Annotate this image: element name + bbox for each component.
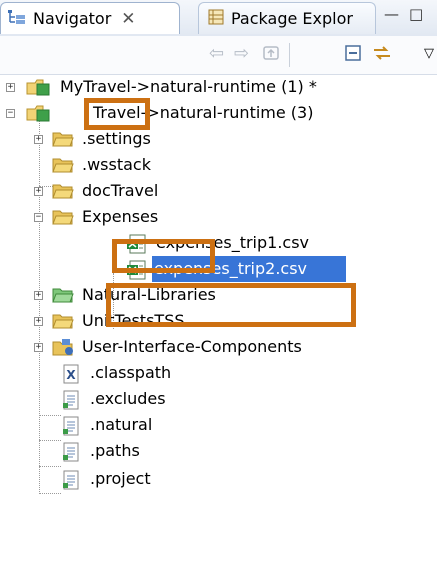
tree-item-label: Natural-Libraries [82, 285, 216, 304]
expand-toggle[interactable]: + [34, 343, 43, 352]
forward-arrow-icon[interactable]: ⇨ [234, 44, 249, 64]
view-controls: — □ [384, 5, 423, 23]
tree-item[interactable]: .excludes [0, 386, 437, 412]
tab-navigator-label: Navigator [33, 9, 112, 28]
text-file-icon [62, 470, 80, 498]
tab-package-explorer-label: Package Explor [231, 9, 353, 28]
back-arrow-icon[interactable]: ⇦ [209, 44, 224, 64]
tree-item-label: .excludes [90, 389, 166, 408]
tree-item-label: .classpath [90, 363, 172, 382]
svg-text:X: X [66, 368, 76, 382]
view-menu-icon[interactable]: ▽ [424, 44, 434, 64]
tree-connector [39, 493, 61, 494]
tree-item-selected[interactable]: expenses_trip2.csv [0, 256, 437, 282]
resource-tree: + MyTravel->natural-runtime (1) * − Trav… [0, 74, 437, 563]
tree-item[interactable]: + User-Interface-Components [0, 334, 437, 360]
navigator-icon [7, 8, 27, 30]
expand-toggle[interactable]: + [34, 291, 43, 300]
tree-item[interactable]: .natural [0, 412, 437, 438]
expand-toggle[interactable]: + [34, 317, 43, 326]
expand-toggle[interactable]: + [6, 83, 15, 92]
tree-item[interactable]: − Expenses [0, 204, 437, 230]
tree-item-label: docTravel [82, 181, 159, 200]
tree-item[interactable]: + docTravel [0, 178, 437, 204]
collapse-toggle[interactable]: − [34, 213, 43, 222]
tab-package-explorer[interactable]: Package Explor [198, 2, 376, 34]
expand-toggle[interactable]: + [34, 187, 43, 196]
tree-item-label: Travel->natural-runtime (3) [93, 103, 314, 122]
tree-item[interactable]: .project [0, 466, 437, 492]
go-up-icon[interactable] [262, 44, 280, 67]
tree-item[interactable]: expenses_trip1.csv [0, 230, 437, 256]
tree-item[interactable]: + Natural-Libraries [0, 282, 437, 308]
tree-item-label: .paths [90, 441, 140, 460]
tree-item[interactable]: .wsstack [0, 152, 437, 178]
tree-item[interactable]: + MyTravel->natural-runtime (1) * [0, 74, 437, 100]
tree-item-label: expenses_trip1.csv [156, 233, 310, 252]
tree-item-label: MyTravel->natural-runtime (1) * [60, 77, 317, 96]
view-tab-bar: Navigator ✕ Package Explor — □ [0, 0, 437, 36]
tree-item-label: UnitTestsTSS [82, 311, 185, 330]
tree-item-label: .natural [90, 415, 153, 434]
expand-toggle[interactable]: + [34, 135, 43, 144]
tab-navigator[interactable]: Navigator ✕ [0, 2, 180, 34]
tree-item[interactable]: − Travel->natural-runtime (3) [0, 100, 437, 126]
tree-item[interactable]: X .classpath [0, 360, 437, 386]
tree-item[interactable]: + UnitTestsTSS [0, 308, 437, 334]
maximize-icon[interactable]: □ [409, 5, 423, 23]
tree-item-label: .settings [82, 129, 151, 148]
navigator-toolbar: ⇦ ⇨ ▽ [0, 36, 437, 75]
link-with-editor-icon[interactable] [372, 44, 392, 67]
minimize-icon[interactable]: — [384, 5, 399, 23]
collapse-toggle[interactable]: − [6, 109, 15, 118]
close-icon[interactable]: ✕ [121, 9, 135, 29]
package-explorer-icon [207, 8, 225, 30]
tree-item-label: .project [90, 469, 151, 488]
tree-item-label: User-Interface-Components [82, 337, 302, 356]
tree-item[interactable]: + .settings [0, 126, 437, 152]
toolbar-separator [289, 43, 290, 67]
tree-item-label: .wsstack [82, 155, 151, 174]
tree-item-label: expenses_trip2.csv [152, 256, 346, 282]
tree-item-label: Expenses [82, 207, 159, 226]
collapse-all-icon[interactable] [344, 44, 362, 67]
tree-item[interactable]: .paths [0, 438, 437, 464]
